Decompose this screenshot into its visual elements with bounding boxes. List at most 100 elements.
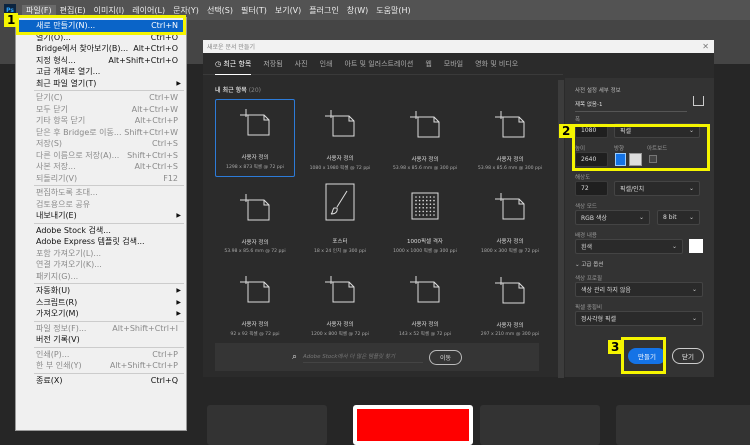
tab-4[interactable]: 아트 및 일러스트레이션: [344, 59, 413, 69]
menu-item-label: 자동화(U): [36, 286, 71, 296]
preset-card[interactable]: 사용자 정의 53.98 x 85.6 mm @ 72 ppi: [215, 182, 295, 260]
preset-card[interactable]: 사용자 정의 297 x 210 mm @ 300 ppi: [470, 265, 550, 343]
tab-7[interactable]: 영화 및 비디오: [475, 59, 518, 69]
resolution-input[interactable]: 72: [575, 181, 608, 196]
file-menu-item[interactable]: 스크립트(R) ▶: [16, 297, 186, 309]
menu-1[interactable]: 편집(E): [56, 5, 90, 16]
file-menu-item[interactable]: 모두 닫기 Alt+Ctrl+W: [16, 104, 186, 116]
stock-search-input[interactable]: Adobe Stock에서 더 많은 템플릿 찾기: [303, 352, 423, 363]
file-menu-item[interactable]: 고급 개체로 열기...: [16, 66, 186, 78]
color-profile-select[interactable]: 색상 관리 하지 않음 ⌄: [575, 282, 703, 297]
preset-card[interactable]: 1000픽셀 격자 1000 x 1000 픽셀 @ 300 ppi: [385, 182, 465, 260]
menu-9[interactable]: 창(W): [343, 5, 373, 16]
document-name-field[interactable]: 제목 없음-1: [575, 100, 687, 112]
tab-2[interactable]: 사진: [295, 59, 308, 69]
color-mode-select[interactable]: RGB 색상 ⌄: [575, 210, 650, 225]
recent-count: (20): [248, 87, 262, 94]
preset-card[interactable]: 사용자 정의 1298 x 873 픽셀 @ 72 ppi: [215, 99, 295, 177]
file-menu-item[interactable]: 편집하도록 초대...: [16, 187, 186, 199]
file-menu-item[interactable]: 연결 가져오기(K)...: [16, 259, 186, 271]
go-button[interactable]: 이동: [429, 349, 463, 365]
document-preset-icon: [238, 192, 272, 238]
menu-3[interactable]: 레이어(L): [128, 5, 169, 16]
file-menu-item[interactable]: 종료(X) Ctrl+Q: [16, 375, 186, 387]
file-menu-item[interactable]: 다른 이름으로 저장(A)... Shift+Ctrl+S: [16, 150, 186, 162]
tab-6[interactable]: 모바일: [444, 59, 463, 69]
preset-description: 1080 x 1980 픽셀 @ 72 ppi: [309, 166, 371, 171]
file-menu-item[interactable]: 닫기(C) Ctrl+W: [16, 92, 186, 104]
file-menu-item[interactable]: 닫은 후 Bridge로 이동... Shift+Ctrl+W: [16, 127, 186, 139]
menu-5[interactable]: 선택(S): [203, 5, 237, 16]
recent-file-thumb[interactable]: [353, 405, 473, 445]
preset-card[interactable]: 사용자 정의 1800 x 300 픽셀 @ 72 ppi: [470, 182, 550, 260]
recent-file-thumb[interactable]: [616, 405, 750, 445]
menu-separator: [34, 185, 184, 186]
width-label: 폭: [575, 117, 581, 123]
menu-6[interactable]: 필터(T): [237, 5, 271, 16]
menu-item-label: Adobe Stock 검색...: [36, 225, 111, 235]
preset-name: 사용자 정의: [241, 240, 269, 246]
file-menu-item[interactable]: 최근 파일 열기(T) ▶: [16, 78, 186, 90]
file-menu-item[interactable]: Adobe Express 템플릿 검색...: [16, 236, 186, 248]
file-menu-item[interactable]: 저장(S) Ctrl+S: [16, 138, 186, 150]
preset-card[interactable]: 사용자 정의 53.98 x 85.6 mm @ 300 ppi: [385, 99, 465, 177]
file-menu-item[interactable]: 내보내기(E) ▶: [16, 210, 186, 222]
document-preset-icon: [238, 107, 272, 153]
preset-card[interactable]: 사용자 정의 53.98 x 85.6 mm @ 300 ppi: [470, 99, 550, 177]
menu-item-shortcut: Ctrl+S: [151, 139, 178, 149]
tab-3[interactable]: 인쇄: [320, 59, 333, 69]
chevron-down-icon: ⌄: [638, 214, 644, 221]
menu-7[interactable]: 보기(V): [271, 5, 305, 16]
recent-file-thumb[interactable]: [207, 405, 327, 445]
preset-description: 1000 x 1000 픽셀 @ 300 ppi: [393, 249, 457, 254]
pixel-aspect-select[interactable]: 정사각형 픽셀 ⌄: [575, 311, 703, 326]
menu-item-shortcut: Shift+Ctrl+S: [127, 150, 178, 160]
file-menu-item[interactable]: 기타 항목 닫기 Alt+Ctrl+P: [16, 115, 186, 127]
preset-details-panel: 사전 설정 세부 정보 제목 없음-1 폭 1080 픽셀 ⌄ 높이 방향 아트보…: [565, 78, 714, 377]
menu-item-shortcut: Ctrl+W: [149, 93, 178, 103]
menu-item-shortcut: Alt+Shift+Ctrl+O: [108, 55, 178, 65]
preset-card[interactable]: 사용자 정의 143 x 52 픽셀 @ 72 ppi: [385, 265, 465, 343]
file-menu-item[interactable]: Bridge에서 찾아보기(B)... Alt+Ctrl+O: [16, 43, 186, 55]
file-menu-item[interactable]: 인쇄(P)... Ctrl+P: [16, 349, 186, 361]
file-menu-item[interactable]: 가져오기(M) ▶: [16, 308, 186, 320]
close-icon[interactable]: ✕: [702, 40, 709, 53]
tab-1[interactable]: 저장됨: [263, 59, 282, 69]
file-menu-item[interactable]: Adobe Stock 검색...: [16, 225, 186, 237]
file-menu-item[interactable]: 파일 정보(F)... Alt+Shift+Ctrl+I: [16, 323, 186, 335]
menu-separator: [34, 320, 184, 322]
file-menu-item[interactable]: 한 부 인쇄(Y) Alt+Shift+Ctrl+P: [16, 360, 186, 372]
menu-4[interactable]: 문자(Y): [169, 5, 203, 16]
preset-card[interactable]: 사용자 정의 1080 x 1980 픽셀 @ 72 ppi: [300, 99, 380, 177]
file-menu-item[interactable]: 사본 저장... Alt+Ctrl+S: [16, 161, 186, 173]
bit-depth-select[interactable]: 8 bit ⌄: [657, 210, 700, 225]
tab-5[interactable]: 웹: [425, 59, 431, 69]
preset-card[interactable]: 사용자 정의 1200 x 800 픽셀 @ 72 ppi: [300, 265, 380, 343]
close-button[interactable]: 닫기: [672, 348, 704, 364]
file-menu-item[interactable]: 포함 가져오기(L)...: [16, 248, 186, 260]
save-preset-icon[interactable]: [693, 96, 704, 106]
menu-2[interactable]: 이미지(I): [90, 5, 129, 16]
file-menu-item[interactable]: 패키지(G)...: [16, 271, 186, 283]
details-heading: 사전 설정 세부 정보: [575, 88, 621, 94]
recent-file-thumb[interactable]: [480, 405, 600, 445]
preset-description: 53.98 x 85.6 mm @ 300 ppi: [477, 166, 543, 171]
file-menu-item[interactable]: 지정 형식... Alt+Shift+Ctrl+O: [16, 55, 186, 67]
preset-card[interactable]: 포스터 18 x 24 인치 @ 300 ppi: [300, 182, 380, 260]
menu-8[interactable]: 플러그인: [305, 5, 342, 16]
resolution-unit-select[interactable]: 픽셀/인치 ⌄: [614, 181, 700, 196]
tab-0[interactable]: ◷ 최근 항목: [215, 53, 252, 75]
recent-heading: 내 최근 항목 (20): [215, 85, 261, 94]
file-menu-item[interactable]: 되돌리기(V) F12: [16, 173, 186, 185]
background-color-swatch[interactable]: [689, 239, 703, 253]
menu-10[interactable]: 도움말(H): [372, 5, 414, 16]
file-menu-item[interactable]: 버전 기록(V): [16, 334, 186, 346]
menu-0[interactable]: 파일(F): [22, 4, 56, 16]
preset-tabs: ◷ 최근 항목 저장됨 사진 인쇄 아트 및 일러스트레이션 웹 모바일 영화 및 비디오: [203, 53, 563, 75]
menu-item-shortcut: Alt+Ctrl+O: [133, 44, 178, 54]
advanced-options-toggle[interactable]: ⌄ 고급 옵션: [575, 260, 603, 268]
file-menu-item[interactable]: 검토용으로 공유: [16, 199, 186, 211]
preset-card[interactable]: 사용자 정의 92 x 92 픽셀 @ 72 ppi: [215, 265, 295, 343]
file-menu-item[interactable]: 자동화(U) ▶: [16, 285, 186, 297]
background-select[interactable]: 흰색 ⌄: [575, 239, 683, 254]
